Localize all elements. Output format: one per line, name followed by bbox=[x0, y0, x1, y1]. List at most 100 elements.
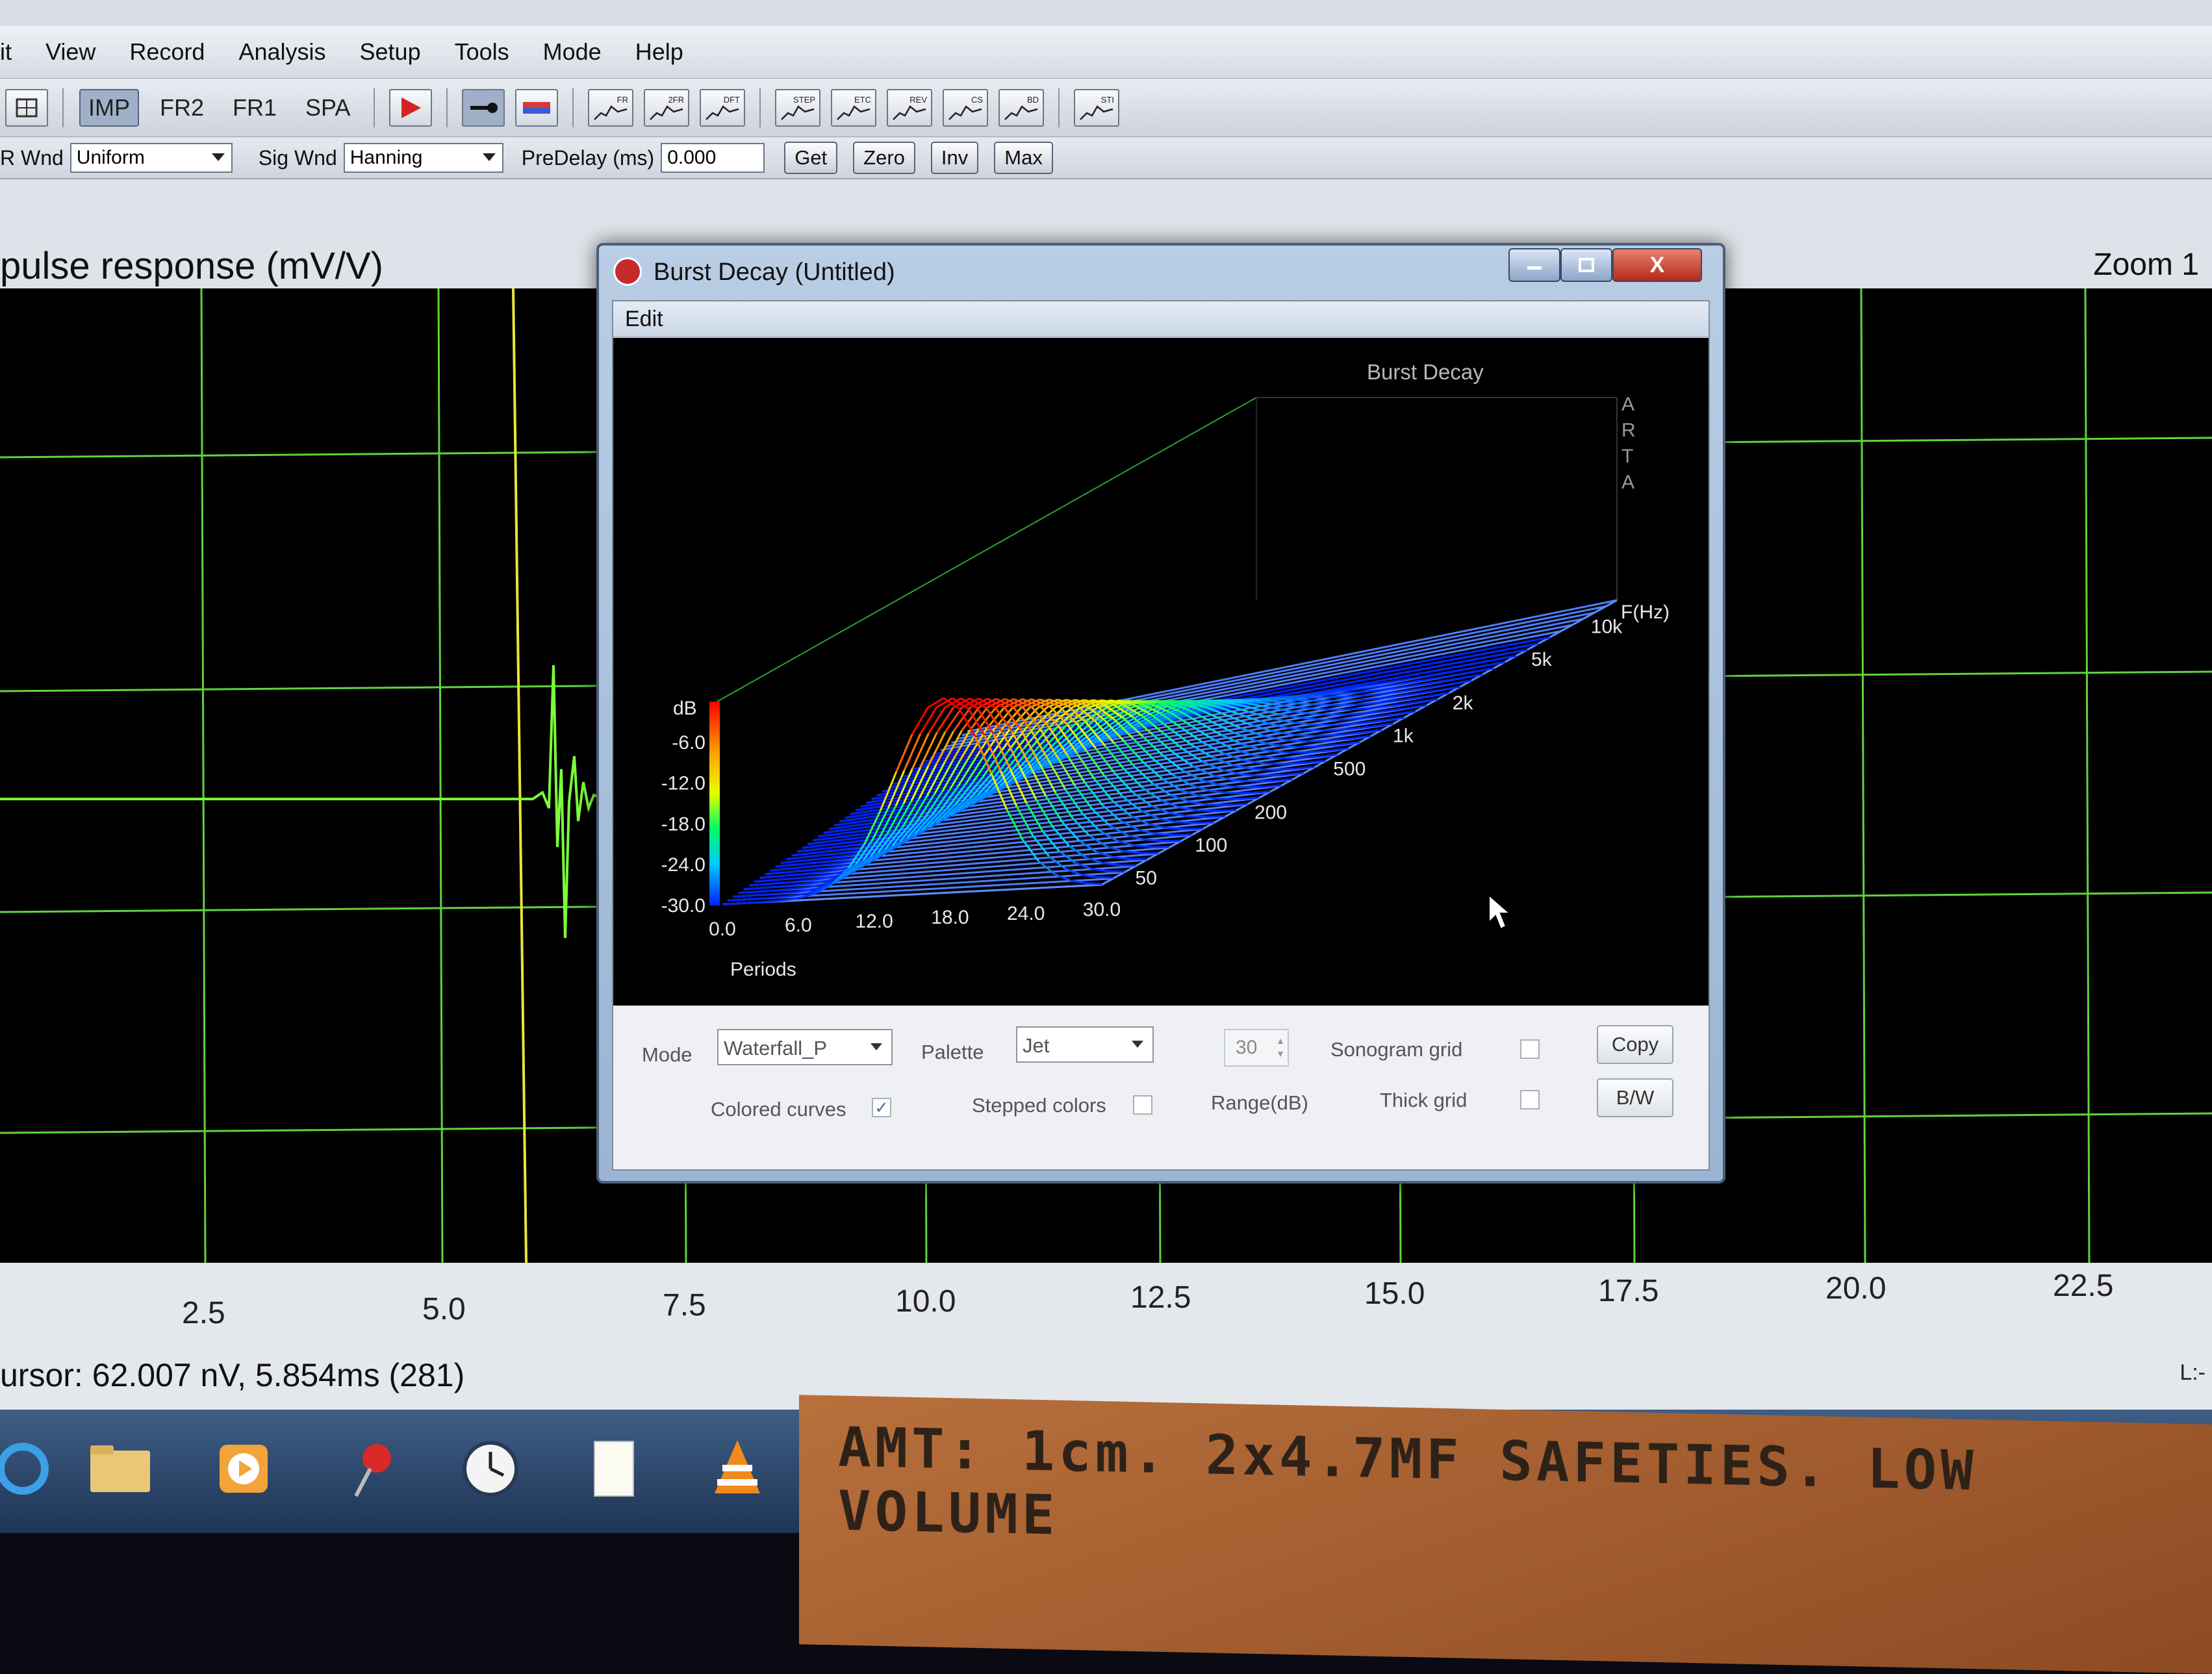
arta-app-icon bbox=[613, 257, 642, 286]
chevron-down-icon bbox=[483, 153, 496, 161]
document-icon[interactable] bbox=[578, 1433, 650, 1504]
fr-graph-icon[interactable]: FR bbox=[588, 89, 633, 127]
mode-value: Waterfall_P bbox=[724, 1037, 827, 1059]
icon-button-label: REV bbox=[910, 95, 928, 105]
sonogram-grid-checkbox[interactable] bbox=[1520, 1039, 1540, 1059]
x-tick-label: 20.0 bbox=[1825, 1271, 1886, 1306]
chevron-down-icon bbox=[212, 153, 225, 161]
media-player-icon[interactable] bbox=[208, 1433, 279, 1504]
palette-select[interactable]: Jet bbox=[1016, 1026, 1154, 1063]
mode-button-fr1[interactable]: FR1 bbox=[225, 90, 285, 125]
mode-button-fr2[interactable]: FR2 bbox=[152, 90, 212, 125]
x-tick-label: 12.0 bbox=[855, 911, 893, 932]
etc-graph-icon[interactable]: ETC bbox=[831, 89, 876, 127]
menu-item-help[interactable]: Help bbox=[635, 38, 683, 66]
chevron-down-icon bbox=[1132, 1041, 1143, 1048]
play-icon[interactable] bbox=[389, 89, 432, 127]
frequency-tick-label: 100 bbox=[1195, 835, 1227, 856]
icon-button-label: ETC bbox=[854, 95, 871, 105]
close-button[interactable]: X bbox=[1612, 248, 1702, 282]
x-tick-label: 10.0 bbox=[895, 1284, 956, 1319]
grid-line-vertical bbox=[2085, 288, 2089, 1263]
x-axis-strip: 2.55.07.510.012.515.017.520.022.5 ursor:… bbox=[0, 1263, 2212, 1410]
sig-window-label: Sig Wnd bbox=[259, 146, 337, 170]
dialog-title: Burst Decay (Untitled) bbox=[654, 259, 895, 286]
range-spinner[interactable]: 30▲▼ bbox=[1224, 1029, 1289, 1067]
icon-button-label: 2FR bbox=[668, 95, 685, 105]
minimize-button[interactable] bbox=[1508, 248, 1560, 282]
dialog-titlebar[interactable]: Burst Decay (Untitled) X bbox=[599, 246, 1723, 296]
bw-button[interactable]: B/W bbox=[1597, 1078, 1673, 1117]
menu-item-it[interactable]: it bbox=[0, 38, 12, 66]
handwritten-note: AMT: 1cm. 2x4.7MF SAFETIES. LOW VOLUME bbox=[799, 1395, 2212, 1674]
menu-item-setup[interactable]: Setup bbox=[360, 38, 421, 66]
menu-item-analysis[interactable]: Analysis bbox=[238, 38, 325, 66]
mode-select[interactable]: Waterfall_P bbox=[717, 1029, 893, 1065]
mode-button-group: IMP FR2 FR1 SPA bbox=[73, 89, 364, 127]
icon-button-label: STEP bbox=[793, 95, 815, 105]
colored-curves-checkbox[interactable]: ✓ bbox=[872, 1098, 891, 1117]
predelay-value: 0.000 bbox=[667, 147, 716, 169]
frequency-tick-label: 50 bbox=[1136, 868, 1157, 889]
pushpin-icon[interactable] bbox=[338, 1433, 409, 1504]
icon-button-label: CS bbox=[971, 95, 983, 105]
frequency-tick-label: 200 bbox=[1254, 802, 1287, 823]
grid-line-vertical bbox=[201, 288, 205, 1263]
cursor-line[interactable] bbox=[513, 288, 526, 1263]
invert-button[interactable]: Inv bbox=[931, 142, 978, 174]
x-tick-label: 22.5 bbox=[2053, 1268, 2113, 1304]
x-tick-label: 7.5 bbox=[663, 1287, 706, 1323]
x-tick-label: 24.0 bbox=[1007, 903, 1045, 924]
cs-graph-icon[interactable]: CS bbox=[943, 89, 988, 127]
sig-window-select[interactable]: Hanning bbox=[344, 143, 503, 173]
vlc-cone-icon[interactable] bbox=[702, 1433, 773, 1504]
note-text: AMT: 1cm. 2x4.7MF SAFETIES. LOW VOLUME bbox=[838, 1415, 2212, 1571]
menu-item-view[interactable]: View bbox=[45, 38, 95, 66]
menu-bar: it View Record Analysis Setup Tools Mode Help bbox=[0, 26, 2212, 79]
rev-graph-icon[interactable]: REV bbox=[887, 89, 932, 127]
x-tick-label: 15.0 bbox=[1364, 1276, 1425, 1312]
spectrum-color-icon[interactable] bbox=[515, 89, 558, 127]
burst-decay-chart[interactable]: Burst DecaydBPeriodsF(Hz)ARTA-6.0-12.0-1… bbox=[613, 338, 1709, 1006]
menu-item-tools[interactable]: Tools bbox=[455, 38, 509, 66]
get-button[interactable]: Get bbox=[784, 142, 837, 174]
close-icon: X bbox=[1650, 253, 1665, 278]
ir-window-value: Uniform bbox=[77, 147, 145, 169]
zero-button[interactable]: Zero bbox=[853, 142, 915, 174]
maximize-button[interactable] bbox=[1560, 248, 1612, 282]
stepped-colors-checkbox[interactable] bbox=[1133, 1095, 1152, 1115]
probe-icon[interactable] bbox=[462, 89, 505, 127]
mode-label: Mode bbox=[642, 1043, 693, 1067]
mode-button-spa[interactable]: SPA bbox=[298, 90, 358, 125]
bd-graph-icon[interactable]: BD bbox=[998, 89, 1044, 127]
menu-item-record[interactable]: Record bbox=[129, 38, 205, 66]
arta-side-letter: A bbox=[1621, 472, 1634, 493]
dialog-client: Edit Burst DecaydBPeriodsF(Hz)ARTA-6.0 bbox=[612, 300, 1710, 1171]
copy-button[interactable]: Copy bbox=[1597, 1025, 1673, 1064]
clock-icon[interactable] bbox=[455, 1433, 526, 1504]
frequency-tick-label: 2k bbox=[1453, 692, 1474, 714]
sti-graph-icon[interactable]: STI bbox=[1074, 89, 1119, 127]
grid-icon[interactable] bbox=[5, 89, 48, 127]
x-tick-label: 5.0 bbox=[422, 1291, 466, 1327]
2fr-graph-icon[interactable]: 2FR bbox=[644, 89, 689, 127]
predelay-input[interactable]: 0.000 bbox=[661, 143, 765, 173]
palette-label: Palette bbox=[921, 1041, 984, 1064]
step-graph-icon[interactable]: STEP bbox=[775, 89, 820, 127]
icon-button-label: FR bbox=[617, 95, 628, 105]
mode-button-imp[interactable]: IMP bbox=[79, 89, 139, 127]
folder-icon[interactable] bbox=[84, 1433, 156, 1504]
y-tick-label: -30.0 bbox=[661, 895, 706, 917]
analysis-button-group: FR 2FR DFT STEP ETC REV CS BD STI bbox=[583, 88, 1125, 127]
thick-grid-checkbox[interactable] bbox=[1520, 1090, 1540, 1110]
colored-curves-label: Colored curves bbox=[711, 1098, 846, 1121]
x-tick-label: 0.0 bbox=[709, 919, 736, 940]
menu-item-mode[interactable]: Mode bbox=[543, 38, 602, 66]
ir-window-select[interactable]: Uniform bbox=[70, 143, 233, 173]
dft-graph-icon[interactable]: DFT bbox=[700, 89, 745, 127]
toolbar-separator bbox=[446, 88, 448, 127]
y-axis-unit-label: dB bbox=[673, 698, 697, 719]
menu-edit[interactable]: Edit bbox=[625, 307, 663, 332]
max-button[interactable]: Max bbox=[994, 142, 1053, 174]
internet-explorer-icon[interactable] bbox=[0, 1433, 58, 1504]
